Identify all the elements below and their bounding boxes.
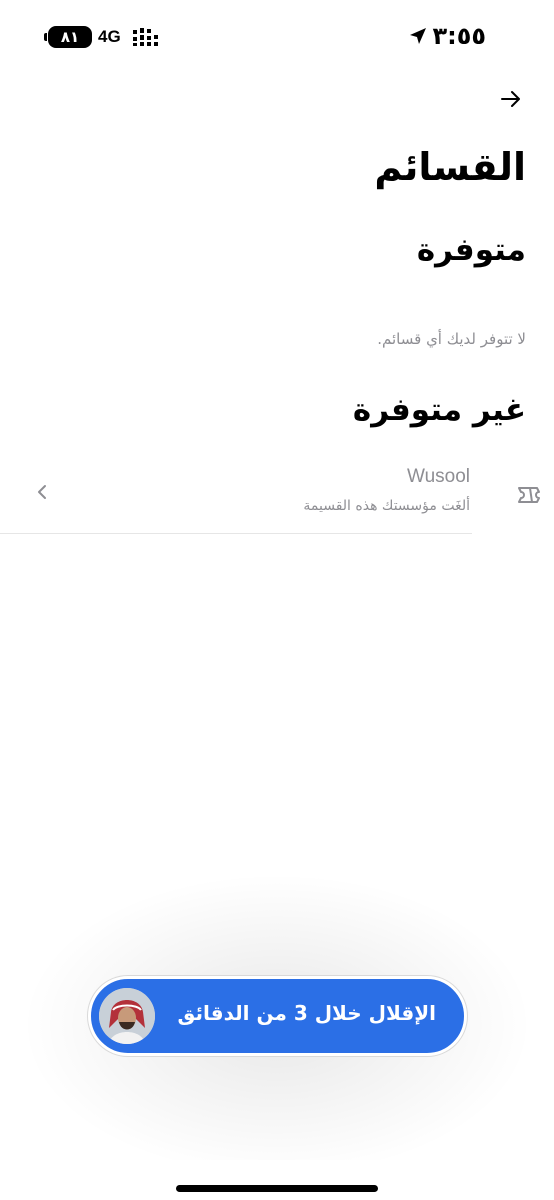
voucher-row-wusool[interactable]: Wusool ألغَت مؤسستك هذه القسيمة (0, 452, 540, 534)
voucher-status: ألغَت مؤسستك هذه القسيمة (303, 498, 470, 514)
signal-strength-icon (133, 28, 158, 46)
ticket-icon (518, 487, 540, 503)
page-title: القسائم (374, 145, 526, 189)
chevron-left-icon (38, 485, 46, 499)
clock: ٣:٥٥ (432, 22, 486, 50)
driver-avatar (99, 988, 155, 1044)
home-indicator[interactable] (176, 1185, 378, 1192)
voucher-name: Wusool (406, 466, 470, 487)
arrow-right-icon (501, 91, 520, 107)
section-title-unavailable: غير متوفرة (352, 392, 526, 428)
location-arrow-icon (410, 28, 426, 44)
pickup-toast[interactable]: الإقلال خلال 3 من الدقائق (88, 976, 467, 1056)
battery-indicator: ٨١ (44, 26, 92, 48)
network-type: 4G (98, 27, 121, 46)
section-title-available: متوفرة (416, 232, 526, 268)
toast-message: الإقلال خلال 3 من الدقائق (177, 1001, 436, 1025)
person-avatar-icon (99, 988, 155, 1044)
back-button[interactable] (496, 84, 526, 114)
empty-state-text: لا تتوفر لديك أي قسائم. (377, 330, 526, 348)
status-bar: ٨١ 4G ٣:٥٥ (0, 0, 554, 80)
